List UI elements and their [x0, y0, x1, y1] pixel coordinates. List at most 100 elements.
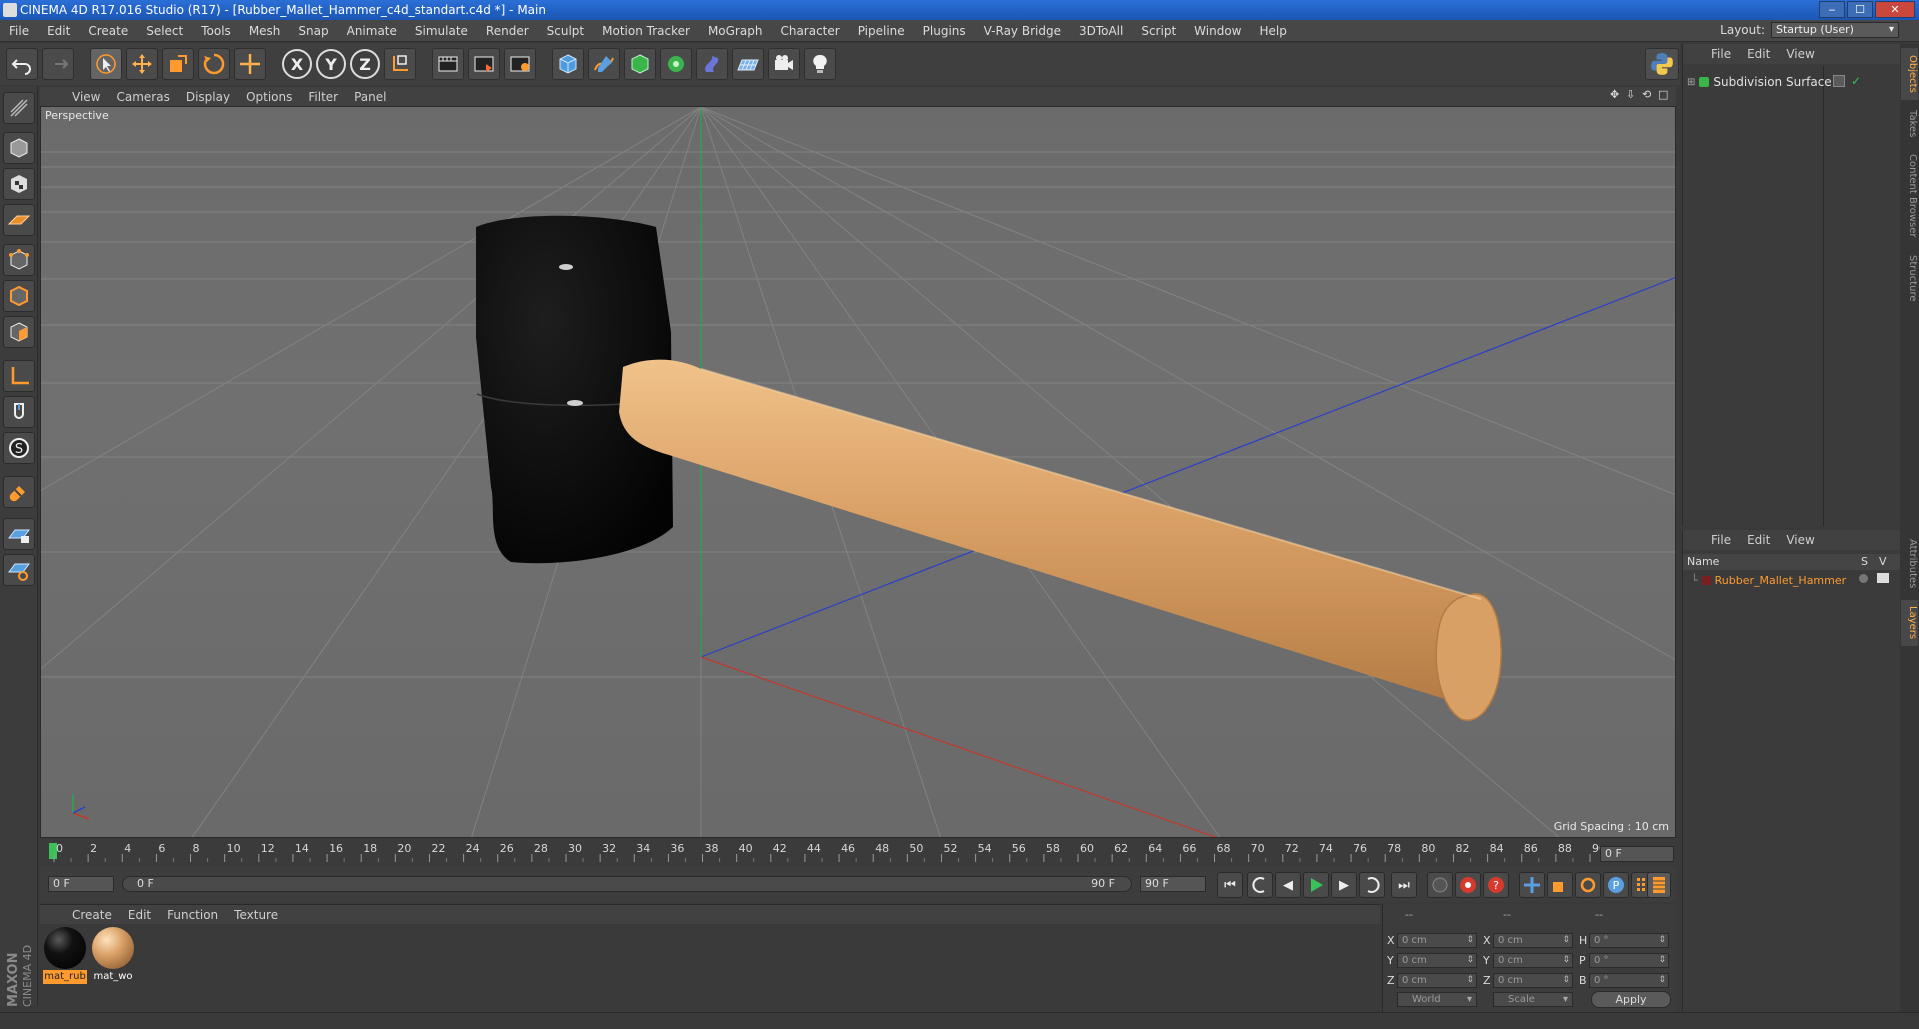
layer-solo-toggle[interactable]: [1859, 574, 1868, 583]
go-to-start-button[interactable]: ⏮: [1217, 872, 1243, 898]
menu-3dtoall[interactable]: 3DToAll: [1070, 24, 1132, 38]
next-key-button[interactable]: [1359, 872, 1385, 898]
material-wood[interactable]: mat_wo: [91, 926, 135, 984]
edges-mode-icon[interactable]: [3, 280, 35, 312]
menu-tools[interactable]: Tools: [192, 24, 240, 38]
size-z-field[interactable]: 0 cm: [1493, 973, 1573, 988]
floor-object-button[interactable]: [732, 48, 764, 80]
tab-content-browser[interactable]: Content Browser: [1901, 148, 1918, 244]
tab-attributes[interactable]: Attributes: [1901, 532, 1918, 596]
viewport-menu-panel[interactable]: Panel: [346, 90, 394, 104]
menu-render[interactable]: Render: [477, 24, 538, 38]
menu-script[interactable]: Script: [1132, 24, 1185, 38]
viewport-zoom-icon[interactable]: ⇩: [1626, 89, 1638, 101]
viewport-rotate-icon[interactable]: ⟲: [1642, 89, 1654, 101]
visibility-toggle-icon[interactable]: [1833, 75, 1845, 87]
play-button[interactable]: [1303, 872, 1329, 898]
render-settings-button[interactable]: [504, 48, 536, 80]
previous-frame-button[interactable]: ◀: [1275, 872, 1301, 898]
rot-h-field[interactable]: 0 °: [1589, 933, 1669, 948]
frame-range-slider[interactable]: 0 F 90 F: [122, 876, 1132, 892]
menu-help[interactable]: Help: [1250, 24, 1295, 38]
tab-objects[interactable]: Objects: [1901, 48, 1918, 100]
timeline-window-icon[interactable]: [1647, 872, 1671, 898]
texture-mode-icon[interactable]: [3, 168, 35, 200]
key-parameter-icon[interactable]: P: [1603, 872, 1629, 898]
magnet-icon[interactable]: [3, 476, 35, 508]
menu-mograph[interactable]: MoGraph: [699, 24, 772, 38]
light-object-button[interactable]: [804, 48, 836, 80]
menu-snap[interactable]: Snap: [289, 24, 337, 38]
key-scale-icon[interactable]: [1547, 872, 1573, 898]
size-y-field[interactable]: 0 cm: [1493, 953, 1573, 968]
pos-x-field[interactable]: 0 cm: [1397, 933, 1477, 948]
z-axis-lock[interactable]: Z: [350, 49, 380, 79]
tab-takes[interactable]: Takes: [1901, 104, 1918, 144]
cube-object-button[interactable]: [552, 48, 584, 80]
menu-pipeline[interactable]: Pipeline: [849, 24, 914, 38]
minimize-button[interactable]: ‒: [1819, 1, 1845, 18]
layer-menu-file[interactable]: File: [1703, 533, 1739, 547]
rot-p-field[interactable]: 0 °: [1589, 953, 1669, 968]
material-menu-texture[interactable]: Texture: [226, 908, 286, 922]
scale-tool[interactable]: [162, 48, 194, 80]
go-to-end-button[interactable]: ⏭: [1391, 872, 1417, 898]
deformer-button[interactable]: [696, 48, 728, 80]
layer-menu-view[interactable]: View: [1778, 533, 1822, 547]
tweak-mode-icon[interactable]: [3, 396, 35, 428]
apply-button[interactable]: Apply: [1591, 991, 1671, 1008]
pos-y-field[interactable]: 0 cm: [1397, 953, 1477, 968]
snap-mode-icon[interactable]: S: [3, 432, 35, 464]
current-frame-field[interactable]: 0 F: [1600, 846, 1674, 862]
menu-motion-tracker[interactable]: Motion Tracker: [593, 24, 699, 38]
viewport-menu-display[interactable]: Display: [178, 90, 238, 104]
close-button[interactable]: ✕: [1875, 1, 1915, 18]
menu-window[interactable]: Window: [1185, 24, 1250, 38]
menu-plugins[interactable]: Plugins: [914, 24, 975, 38]
tab-structure[interactable]: Structure: [1901, 248, 1918, 308]
viewport-menu-cameras[interactable]: Cameras: [108, 90, 177, 104]
pos-z-field[interactable]: 0 cm: [1397, 973, 1477, 988]
menu-create[interactable]: Create: [79, 24, 137, 38]
timeline-ruler[interactable]: 0 2 4 6 8 10 12 14 16 18 20 22 24 26 28 30 32 34 36 38 40 42 4…: [40, 840, 1676, 864]
record-keys-off-icon[interactable]: [1427, 872, 1453, 898]
layer-row[interactable]: └ Rubber_Mallet_Hammer: [1691, 572, 1846, 588]
coordinate-system-button[interactable]: [384, 48, 416, 80]
menu-file[interactable]: File: [0, 24, 38, 38]
size-x-field[interactable]: 0 cm: [1493, 933, 1573, 948]
viewport-menu-filter[interactable]: Filter: [300, 90, 346, 104]
enabled-check-icon[interactable]: ✓: [1851, 74, 1861, 88]
rotate-tool[interactable]: [198, 48, 230, 80]
material-menu-function[interactable]: Function: [159, 908, 226, 922]
viewport-menu-options[interactable]: Options: [238, 90, 300, 104]
end-frame-field[interactable]: 90 F: [1140, 876, 1206, 892]
y-axis-lock[interactable]: Y: [316, 49, 346, 79]
material-menu-edit[interactable]: Edit: [120, 908, 159, 922]
live-selection-tool[interactable]: [90, 48, 122, 80]
spline-pen-button[interactable]: [588, 48, 620, 80]
grid-lock-icon[interactable]: [3, 518, 35, 550]
menu-select[interactable]: Select: [137, 24, 192, 38]
menu-simulate[interactable]: Simulate: [406, 24, 477, 38]
start-frame-field[interactable]: 0 F: [48, 876, 114, 892]
previous-key-button[interactable]: [1247, 872, 1273, 898]
viewport-maximize-icon[interactable]: □: [1658, 89, 1670, 101]
object-menu-edit[interactable]: Edit: [1739, 47, 1778, 61]
cloner-button[interactable]: [660, 48, 692, 80]
rot-b-field[interactable]: 0 °: [1589, 973, 1669, 988]
points-mode-icon[interactable]: [3, 244, 35, 276]
move-tool[interactable]: [126, 48, 158, 80]
workplane-lock-icon[interactable]: [3, 554, 35, 586]
autokeying-icon[interactable]: ?: [1483, 872, 1509, 898]
python-icon[interactable]: [1645, 48, 1679, 80]
undo-button[interactable]: [6, 48, 38, 80]
camera-object-button[interactable]: [768, 48, 800, 80]
menu-character[interactable]: Character: [771, 24, 848, 38]
material-rubber[interactable]: mat_rub: [43, 926, 87, 984]
layer-visible-toggle-icon[interactable]: [1877, 573, 1889, 583]
menu-v-ray-bridge[interactable]: V-Ray Bridge: [975, 24, 1070, 38]
subdivision-surface-button[interactable]: [624, 48, 656, 80]
maximize-button[interactable]: ☐: [1847, 1, 1873, 18]
object-menu-file[interactable]: File: [1703, 47, 1739, 61]
render-to-picture-viewer-button[interactable]: [468, 48, 500, 80]
